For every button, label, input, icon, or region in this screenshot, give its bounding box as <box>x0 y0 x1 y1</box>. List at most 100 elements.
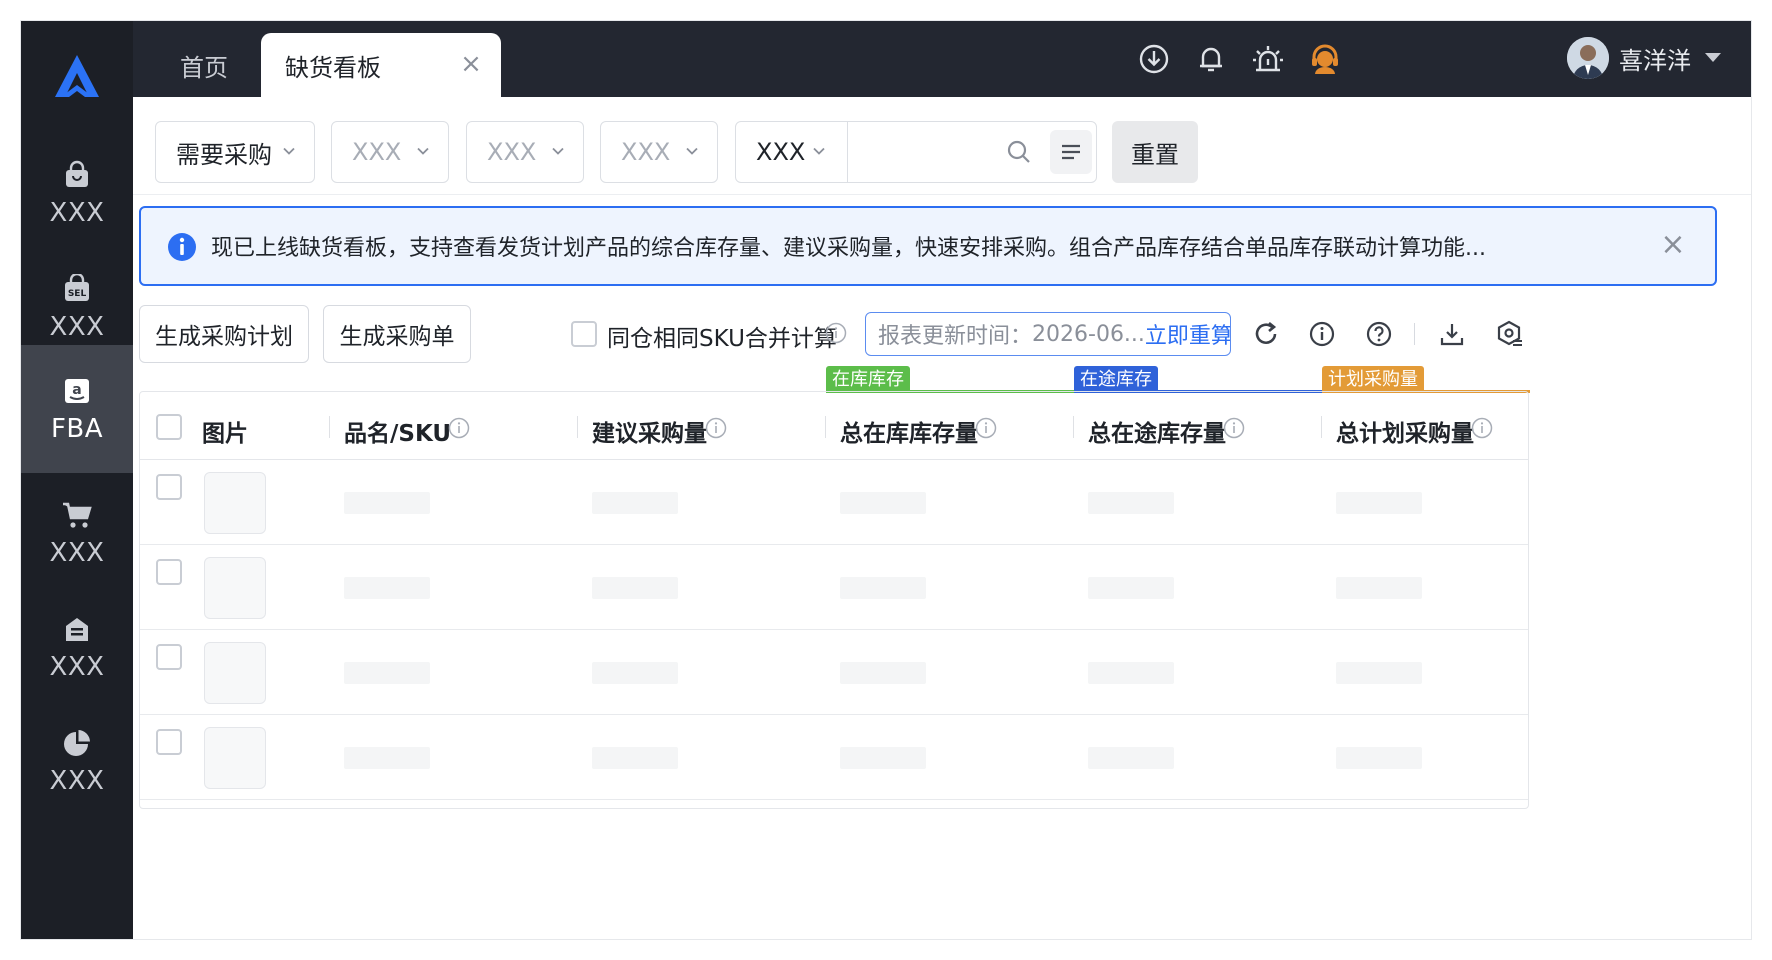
row-checkbox[interactable] <box>156 474 182 500</box>
chevron-down-icon <box>417 147 429 155</box>
generate-purchase-plan-button[interactable]: 生成采购计划 <box>139 305 309 363</box>
sidebar-item-fba[interactable]: a FBA <box>21 345 133 473</box>
report-label: 报表更新时间： <box>878 324 1033 349</box>
sidebar-item-report[interactable]: XXX <box>21 697 133 825</box>
column-separator <box>577 416 578 438</box>
skeleton-cell <box>1088 492 1174 514</box>
filter-select-4[interactable]: XXX <box>600 121 718 183</box>
chevron-down-icon[interactable] <box>1705 53 1721 62</box>
filter-select-purchase[interactable]: 需要采购 <box>155 121 315 183</box>
select-value: 需要采购 <box>176 140 272 169</box>
table-row[interactable] <box>140 460 1528 545</box>
info-icon[interactable] <box>705 417 727 439</box>
table-row[interactable] <box>140 630 1528 715</box>
column-header-suggested-qty[interactable]: 建议采购量 <box>592 414 707 448</box>
export-icon[interactable] <box>1437 319 1467 349</box>
chevron-down-icon <box>813 147 825 155</box>
skeleton-cell <box>1088 662 1174 684</box>
pie-chart-icon <box>60 726 94 760</box>
row-checkbox[interactable] <box>156 559 182 585</box>
sidebar-item-cart[interactable]: XXX <box>21 469 133 597</box>
info-icon[interactable] <box>448 417 470 439</box>
sidebar-item-warehouse[interactable]: XXX <box>21 583 133 711</box>
product-image-placeholder <box>204 472 266 534</box>
customer-service-icon[interactable] <box>1305 39 1345 79</box>
info-icon[interactable] <box>1471 417 1493 439</box>
sidebar: XXX SEL XXX a FBA XXX XXX XXX <box>21 21 133 939</box>
group-tag-planned: 计划采购量 <box>1322 366 1424 393</box>
shopping-bag-icon <box>60 158 94 192</box>
list-filter-icon <box>1062 144 1080 160</box>
column-separator <box>329 416 330 438</box>
tab-home[interactable]: 首页 <box>159 33 249 97</box>
download-icon[interactable] <box>1134 39 1174 79</box>
username[interactable]: 喜洋洋 <box>1619 41 1691 76</box>
skeleton-cell <box>1088 577 1174 599</box>
filter-bar: 需要采购 XXX XXX XXX XXX 重置 <box>133 97 1751 195</box>
info-icon[interactable] <box>1307 319 1337 349</box>
warehouse-bag-icon <box>60 612 94 646</box>
refresh-icon[interactable] <box>1251 319 1281 349</box>
info-icon <box>168 233 196 261</box>
row-checkbox[interactable] <box>156 644 182 670</box>
skeleton-cell <box>840 577 926 599</box>
search-icon[interactable] <box>1006 139 1032 165</box>
tab-shortage-board[interactable]: 缺货看板 × <box>261 33 501 97</box>
column-separator <box>825 416 826 438</box>
select-all-checkbox[interactable] <box>156 414 182 440</box>
table-row[interactable] <box>140 545 1528 630</box>
recalculate-link[interactable]: 立即重算 <box>1145 318 1230 350</box>
sidebar-item-label: XXX <box>49 652 105 682</box>
skeleton-cell <box>344 662 430 684</box>
cart-icon <box>60 498 94 532</box>
search-field-select[interactable]: XXX <box>736 122 848 182</box>
filter-select-2[interactable]: XXX <box>331 121 449 183</box>
help-icon[interactable] <box>1364 319 1394 349</box>
chevron-down-icon <box>686 147 698 155</box>
svg-text:a: a <box>72 382 81 398</box>
skeleton-cell <box>592 662 678 684</box>
amazon-icon: a <box>60 374 94 408</box>
avatar[interactable] <box>1567 37 1609 79</box>
sel-bag-icon: SEL <box>60 272 94 306</box>
table-row[interactable] <box>140 715 1528 800</box>
sidebar-item-shopping[interactable]: XXX <box>21 129 133 257</box>
column-settings-icon[interactable] <box>1494 319 1524 349</box>
notice-text: 现已上线缺货看板，支持查看发货计划产品的综合库存量、建议采购量，快速安排采购。组… <box>211 236 1486 261</box>
app-window: XXX SEL XXX a FBA XXX XXX XXX 首页 缺货看板 × … <box>20 20 1752 940</box>
info-icon[interactable] <box>825 322 847 344</box>
report-update-time: 报表更新时间： 2026-06... 立即重算 <box>865 312 1231 356</box>
product-image-placeholder <box>204 727 266 789</box>
column-header-total-in-transit[interactable]: 总在途库存量 <box>1088 414 1226 448</box>
reset-button[interactable]: 重置 <box>1112 121 1198 183</box>
info-icon[interactable] <box>975 417 997 439</box>
sidebar-item-label: XXX <box>49 766 105 796</box>
skeleton-cell <box>1336 577 1422 599</box>
skeleton-cell <box>840 662 926 684</box>
skeleton-cell <box>344 492 430 514</box>
search-input[interactable] <box>850 124 990 180</box>
close-icon[interactable]: × <box>459 51 483 77</box>
column-header-total-planned[interactable]: 总计划采购量 <box>1336 414 1474 448</box>
alarm-icon[interactable] <box>1248 39 1288 79</box>
filter-select-3[interactable]: XXX <box>466 121 584 183</box>
merge-sku-checkbox[interactable] <box>571 321 597 347</box>
generate-purchase-order-button[interactable]: 生成采购单 <box>323 305 471 363</box>
group-tag-in-transit: 在途库存 <box>1074 366 1158 393</box>
bell-icon[interactable] <box>1191 39 1231 79</box>
app-logo[interactable] <box>47 51 107 101</box>
close-icon[interactable]: × <box>1659 230 1687 260</box>
select-value: XXX <box>621 138 671 166</box>
filter-options-button[interactable] <box>1050 130 1092 174</box>
table-header: 图片 品名/SKU 建议采购量 总在库库存量 总在途库存量 总计划采购量 <box>140 392 1528 460</box>
select-value: XXX <box>352 138 402 166</box>
skeleton-cell <box>1336 492 1422 514</box>
row-checkbox[interactable] <box>156 729 182 755</box>
skeleton-cell <box>1336 662 1422 684</box>
column-header-total-in-stock[interactable]: 总在库库存量 <box>840 414 978 448</box>
info-icon[interactable] <box>1223 417 1245 439</box>
sidebar-item-label: XXX <box>49 312 105 342</box>
skeleton-cell <box>840 492 926 514</box>
column-header-name-sku[interactable]: 品名/SKU <box>344 414 451 448</box>
sidebar-item-label: FBA <box>50 414 104 444</box>
